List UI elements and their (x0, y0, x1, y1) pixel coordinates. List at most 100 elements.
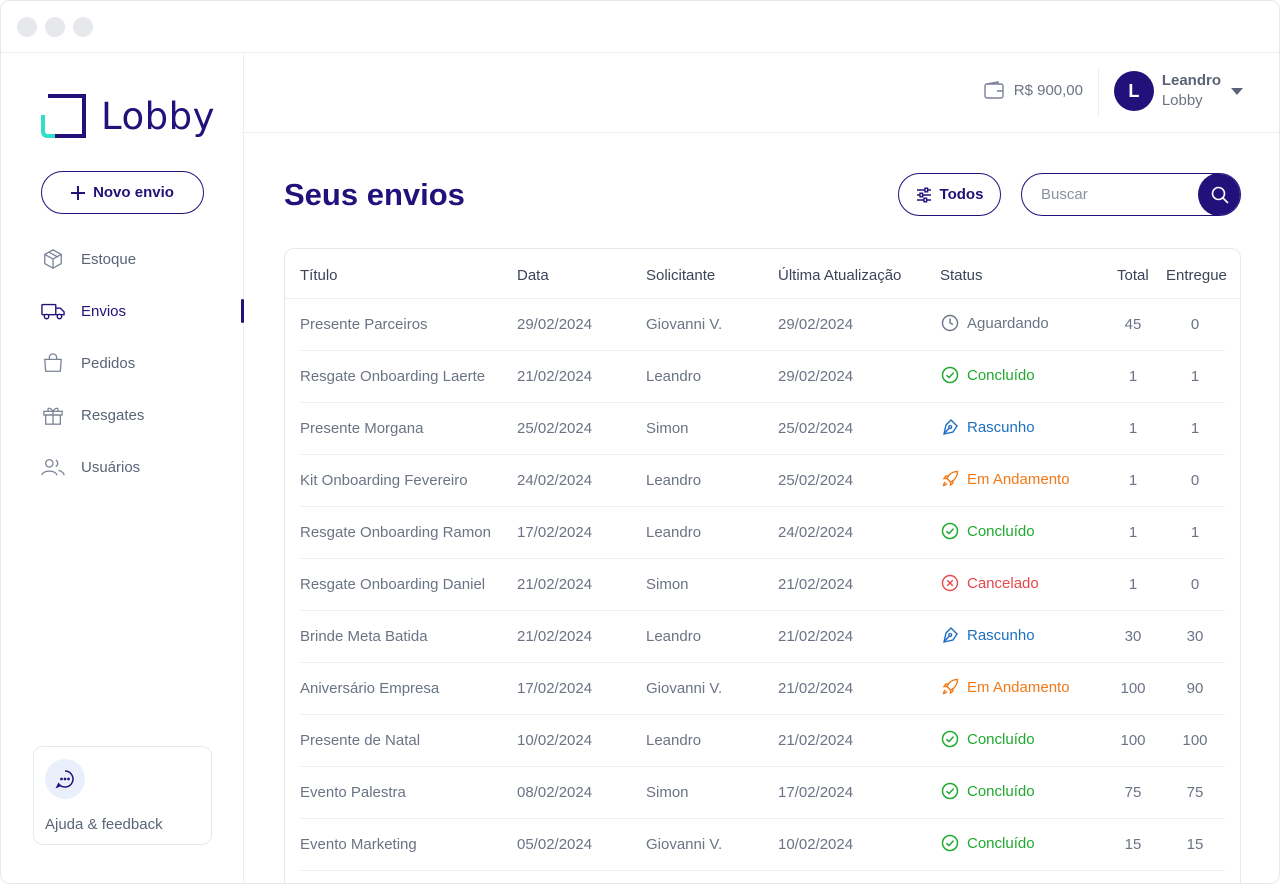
sidebar-item-resgates[interactable]: Resgates (1, 389, 244, 441)
column-header-delivered[interactable]: Entregue (1166, 267, 1227, 284)
table-row[interactable]: Presente de Natal 10/02/2024 Leandro 21/02/… (300, 715, 1225, 767)
cell-total: 1 (1128, 368, 1138, 385)
column-header-title[interactable]: Título (300, 267, 338, 284)
pen-nib-icon (941, 418, 959, 436)
check-circle-icon (941, 522, 959, 540)
table-row[interactable]: Kit Onboarding Fevereiro 24/02/2024 Leandr… (300, 455, 1225, 507)
sidebar: Lobby Novo envio Estoque Envios Pedidos … (1, 53, 244, 883)
cell-requester: Simon (646, 420, 689, 437)
table-row[interactable]: Brinde Meta Batida 21/02/2024 Leandro 21/02… (300, 611, 1225, 663)
cell-requester: Giovanni V. (646, 680, 723, 697)
cell-total: 100 (1120, 732, 1146, 749)
cell-date: 10/02/2024 (517, 732, 593, 749)
new-shipment-button[interactable]: Novo envio (41, 171, 204, 214)
cell-total: 30 (1124, 628, 1142, 645)
cell-last-update: 29/02/2024 (778, 316, 854, 333)
table-row[interactable]: Resgate Onboarding Laerte 21/02/2024 Leand… (300, 351, 1225, 403)
status-label: Rascunho (967, 626, 1035, 644)
cell-requester: Giovanni V. (646, 316, 723, 333)
cell-requester: Leandro (646, 628, 702, 645)
avatar: L (1113, 71, 1154, 111)
window-minimize-dot[interactable] (45, 17, 65, 37)
table-row[interactable]: Presente Parceiros 29/02/2024 Giovanni V. 2… (300, 299, 1225, 351)
cell-title: Kit Onboarding Fevereiro (300, 472, 468, 489)
status-badge: Cancelado (941, 574, 1039, 592)
user-menu[interactable]: L Leandro Lobby (1113, 71, 1243, 111)
status-label: Concluído (967, 782, 1035, 800)
cell-total: 15 (1124, 836, 1142, 853)
chevron-down-icon (1231, 87, 1243, 95)
wallet-icon (984, 81, 1004, 99)
cell-total: 1 (1128, 524, 1138, 541)
cell-last-update: 21/02/2024 (778, 628, 854, 645)
cell-delivered: 90 (1186, 680, 1204, 697)
window-maximize-dot[interactable] (73, 17, 93, 37)
check-circle-icon (941, 366, 959, 384)
status-badge: Concluído (941, 522, 1035, 540)
x-circle-icon (941, 574, 959, 592)
users-icon (41, 455, 65, 479)
cell-title: Presente Parceiros (300, 316, 428, 333)
column-header-status[interactable]: Status (940, 267, 983, 284)
status-label: Em Andamento (967, 470, 1070, 488)
table-row[interactable]: Presente Morgana 25/02/2024 Simon 25/02/202… (300, 403, 1225, 455)
cell-total: 45 (1124, 316, 1142, 333)
sidebar-item-usuarios[interactable]: Usuários (1, 441, 244, 493)
column-header-requester[interactable]: Solicitante (646, 267, 715, 284)
table-row[interactable]: Resgate Onboarding Daniel 21/02/2024 Simon… (300, 559, 1225, 611)
cell-title: Resgate Onboarding Ramon (300, 524, 491, 541)
sidebar-item-pedidos[interactable]: Pedidos (1, 337, 244, 389)
brand-name: Lobby (101, 94, 215, 138)
table-row[interactable]: Evento Palestra 08/02/2024 Simon 17/02/2024… (300, 767, 1225, 819)
cell-date: 08/02/2024 (517, 784, 593, 801)
sidebar-item-estoque[interactable]: Estoque (1, 233, 244, 285)
cell-delivered: 15 (1186, 836, 1204, 853)
search-input[interactable] (1022, 174, 1200, 214)
shopping-bag-icon (41, 351, 65, 375)
column-header-date[interactable]: Data (517, 267, 549, 284)
cell-last-update: 29/02/2024 (778, 368, 854, 385)
status-label: Aguardando (967, 314, 1049, 332)
window-close-dot[interactable] (17, 17, 37, 37)
table-header: Título Data Solicitante Última Atualizaç… (285, 249, 1240, 299)
logo-mark-icon (41, 94, 86, 138)
status-label: Cancelado (967, 574, 1039, 592)
cell-delivered: 100 (1182, 732, 1208, 749)
sidebar-item-envios[interactable]: Envios (1, 285, 244, 337)
page-title: Seus envios (284, 177, 465, 212)
sidebar-item-label: Resgates (81, 406, 145, 424)
cell-requester: Giovanni V. (646, 836, 723, 853)
status-badge: Concluído (941, 782, 1035, 800)
search-box (1021, 173, 1241, 216)
table-row[interactable]: Aniversário Empresa 17/02/2024 Giovanni V.… (300, 663, 1225, 715)
sidebar-item-label: Usuários (81, 458, 141, 476)
status-badge: Concluído (941, 366, 1035, 384)
status-badge: Concluído (941, 834, 1035, 852)
cell-delivered: 30 (1186, 628, 1204, 645)
rocket-icon (941, 678, 959, 696)
check-circle-icon (941, 834, 959, 852)
table-row[interactable]: Evento Marketing 05/02/2024 Giovanni V. 10/… (300, 819, 1225, 871)
column-header-total[interactable]: Total (1117, 267, 1149, 284)
sidebar-item-label: Pedidos (81, 354, 136, 372)
help-feedback-card[interactable]: Ajuda & feedback (33, 746, 212, 845)
brand-logo[interactable]: Lobby (41, 93, 215, 139)
app-window: Lobby Novo envio Estoque Envios Pedidos … (0, 0, 1280, 884)
status-label: Concluído (967, 730, 1035, 748)
cell-delivered: 75 (1186, 784, 1204, 801)
cell-last-update: 17/02/2024 (778, 784, 854, 801)
table-row[interactable]: Resgate Onboarding Ramon 17/02/2024 Leandr… (300, 507, 1225, 559)
cell-title: Presente de Natal (300, 732, 421, 749)
cell-date: 21/02/2024 (517, 576, 593, 593)
column-header-last-update[interactable]: Última Atualização (778, 267, 901, 284)
top-bar: R$ 900,00 L Leandro Lobby (244, 53, 1279, 133)
wallet-balance[interactable]: R$ 900,00 (984, 81, 1083, 99)
search-button[interactable] (1198, 174, 1240, 215)
filter-button[interactable]: Todos (898, 173, 1001, 216)
filter-label: Todos (939, 186, 984, 203)
search-icon (1211, 186, 1229, 204)
cell-total: 1 (1128, 576, 1138, 593)
pen-nib-icon (941, 626, 959, 644)
status-badge: Concluído (941, 730, 1035, 748)
cell-last-update: 10/02/2024 (778, 836, 854, 853)
